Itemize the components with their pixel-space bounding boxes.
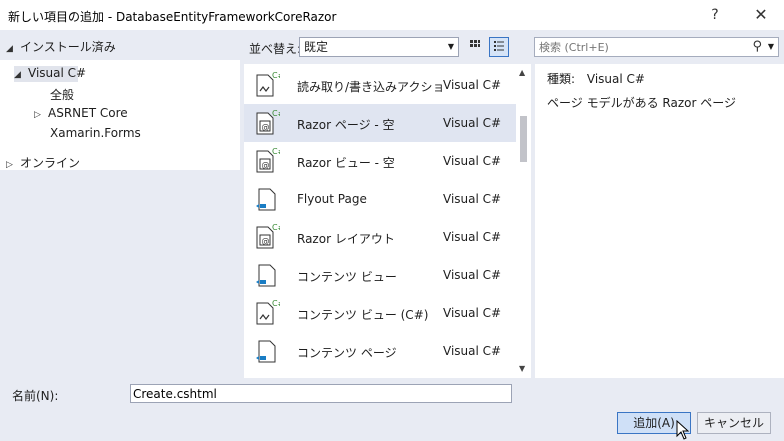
tree-item-aspnet-core[interactable]: ▷ ASRNET Core xyxy=(34,106,128,120)
scroll-down-icon[interactable]: ▼ xyxy=(519,364,525,373)
sort-value: 既定 xyxy=(304,40,329,54)
collapse-arrow-icon[interactable]: ◢ xyxy=(14,70,28,80)
expand-arrow-icon[interactable]: ▷ xyxy=(34,110,48,120)
svg-text:@: @ xyxy=(262,161,270,170)
type-value: Visual C# xyxy=(586,72,645,86)
sort-dropdown[interactable]: 既定 ▼ xyxy=(299,37,459,57)
csharp-action-icon: C# xyxy=(256,71,280,97)
razor-page-icon: @ C# xyxy=(256,109,280,135)
razor-layout-icon: @ C# xyxy=(256,223,280,249)
chevron-down-icon: ▼ xyxy=(447,42,454,51)
item-name: Razor ビュー - 空 xyxy=(297,156,395,170)
tree-installed-label: インストール済み xyxy=(20,40,116,54)
item-name: Razor レイアウト xyxy=(297,232,395,246)
window-title: 新しい項目の追加 - DatabaseEntityFrameworkCoreRa… xyxy=(8,10,337,24)
item-name: 読み取り/書き込みアクション… xyxy=(297,80,442,94)
item-lang: Visual C# xyxy=(443,268,502,282)
list-item[interactable]: コンテンツ ページ Visual C# xyxy=(244,332,516,370)
sort-label: 並べ替え: xyxy=(249,42,302,56)
razor-view-icon: @ C# xyxy=(256,147,280,173)
tree-online[interactable]: ▷ オンライン xyxy=(6,154,80,171)
svg-text:@: @ xyxy=(262,237,270,246)
item-lang: Visual C# xyxy=(443,344,502,358)
svg-text:C#: C# xyxy=(272,299,280,308)
scroll-up-icon[interactable]: ▲ xyxy=(519,68,525,77)
mouse-cursor-icon xyxy=(676,420,690,440)
search-icon[interactable]: ⚲ xyxy=(752,39,762,54)
xaml-view-icon xyxy=(256,264,276,287)
csharp-view-icon: C# xyxy=(256,299,280,325)
svg-text:C#: C# xyxy=(272,71,280,80)
template-list: C# 読み取り/書き込みアクション… Visual C# @ C# Razor … xyxy=(244,64,531,378)
tree-item-label: Visual C# xyxy=(28,66,87,80)
name-label: 名前(N): xyxy=(12,389,59,403)
expand-arrow-icon[interactable]: ▷ xyxy=(6,160,20,170)
tree-online-label: オンライン xyxy=(20,156,81,170)
collapse-arrow-icon[interactable]: ◢ xyxy=(6,44,20,54)
list-item[interactable]: コンテンツ ビュー Visual C# xyxy=(244,256,516,294)
item-name: コンテンツ ビュー xyxy=(297,270,397,284)
tree-installed[interactable]: ◢ インストール済み xyxy=(6,38,116,55)
help-button[interactable]: ? xyxy=(702,4,728,26)
svg-text:C#: C# xyxy=(272,109,280,118)
item-lang: Visual C# xyxy=(443,306,502,320)
close-button[interactable]: ✕ xyxy=(748,4,774,26)
scroll-thumb[interactable] xyxy=(520,116,527,162)
list-item[interactable]: @ C# Razor ページ - 空 Visual C# xyxy=(244,104,516,142)
item-name: コンテンツ ページ xyxy=(297,346,397,360)
item-lang: Visual C# xyxy=(443,192,502,206)
list-scrollbar[interactable]: ▲ ▼ xyxy=(516,64,531,378)
list-item[interactable]: C# コンテンツ ビュー (C#) Visual C# xyxy=(244,294,516,332)
description: ページ モデルがある Razor ページ xyxy=(547,96,736,110)
list-item[interactable]: @ C# Razor ビュー - 空 Visual C# xyxy=(244,142,516,180)
list-icon xyxy=(494,41,504,51)
title-bar: 新しい項目の追加 - DatabaseEntityFrameworkCoreRa… xyxy=(0,0,784,30)
tree-item-visual-csharp[interactable]: ◢ Visual C# xyxy=(14,66,86,82)
item-name: コンテンツ ビュー (C#) xyxy=(297,308,429,322)
type-label: 種類: xyxy=(547,72,576,86)
tree-item-xamarin-forms[interactable]: Xamarin.Forms xyxy=(50,126,141,140)
svg-text:C#: C# xyxy=(272,223,280,232)
tree-item-label: ASRNET Core xyxy=(48,106,128,120)
svg-text:C#: C# xyxy=(272,147,280,156)
cancel-button[interactable]: キャンセル xyxy=(697,412,771,434)
xaml-page-icon xyxy=(256,340,276,363)
type-row: 種類: Visual C# xyxy=(547,70,645,87)
list-item[interactable]: @ C# Razor レイアウト Visual C# xyxy=(244,218,516,256)
item-name: Flyout Page xyxy=(297,192,367,206)
xaml-page-icon xyxy=(256,188,276,211)
list-item[interactable]: Flyout Page Visual C# xyxy=(244,180,516,218)
grid-view-button[interactable] xyxy=(465,37,485,57)
bottom-bar: 名前(N): 追加(A) キャンセル xyxy=(0,380,784,441)
item-lang: Visual C# xyxy=(443,116,502,130)
item-lang: Visual C# xyxy=(443,154,502,168)
category-panel: ◢ インストール済み ◢ Visual C# 全般 ▷ ASRNET Core Xam… xyxy=(0,36,240,378)
list-item[interactable]: C# 読み取り/書き込みアクション… Visual C# xyxy=(244,66,516,104)
search-input[interactable] xyxy=(535,38,735,56)
item-lang: Visual C# xyxy=(443,78,502,92)
list-view-button[interactable] xyxy=(489,37,509,57)
item-name: Razor ページ - 空 xyxy=(297,118,395,132)
svg-text:@: @ xyxy=(262,123,270,132)
chevron-down-icon[interactable]: ▼ xyxy=(768,42,774,51)
name-field[interactable] xyxy=(130,384,512,403)
details-panel: 種類: Visual C# ページ モデルがある Razor ページ xyxy=(535,64,784,378)
tree-item-all[interactable]: 全般 xyxy=(50,86,74,103)
grid-icon xyxy=(470,40,480,47)
item-lang: Visual C# xyxy=(443,230,502,244)
search-box[interactable]: ⚲ ▼ xyxy=(534,37,779,57)
